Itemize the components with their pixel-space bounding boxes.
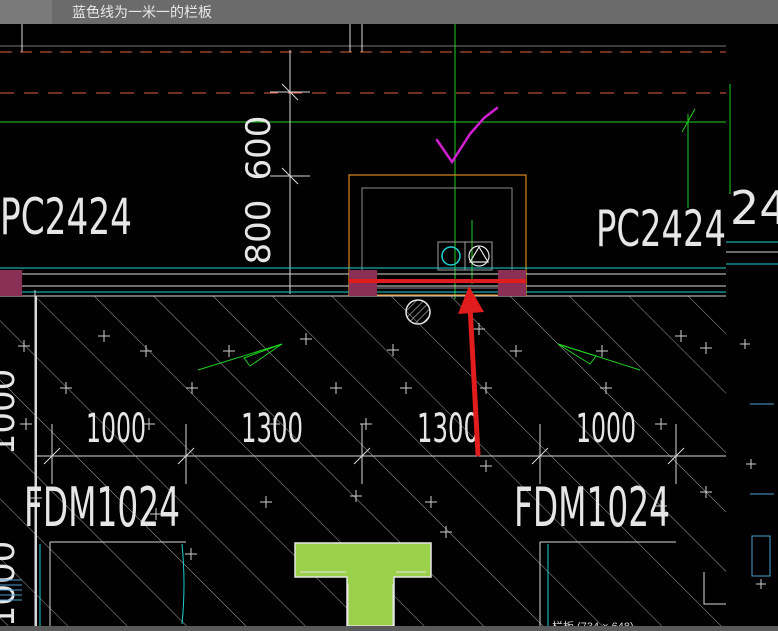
window-label-right: PC2424	[596, 200, 726, 258]
dim-800-label: 800	[239, 200, 279, 265]
dim-left-edge-label-2: 1000	[0, 541, 23, 626]
dim-label-4: 1000	[576, 406, 636, 452]
circle-symbol-icon	[441, 246, 461, 266]
door-label-right: FDM1024	[514, 476, 670, 539]
dim-label-3: 1300	[417, 406, 479, 452]
hatch-circle-icon	[405, 299, 431, 325]
window-label-far-right: 24	[730, 181, 778, 235]
dim-label-2: 1300	[241, 406, 303, 452]
drawing-edge-strip: 24	[726, 24, 778, 626]
cad-canvas[interactable]: 600 800 PC2424 PC2424 1000 1300 1300 100…	[0, 24, 726, 626]
window-title: 蓝色线为一米一的栏板	[72, 5, 212, 21]
cad-drawing: 600 800 PC2424 PC2424 1000 1300 1300 100…	[0, 24, 726, 626]
image-caption: 栏板 (734 × 648)	[552, 618, 634, 626]
title-bar: 蓝色线为一米一的栏板	[0, 0, 778, 24]
checkmark-annotation-icon	[435, 106, 499, 165]
window-label-left: PC2424	[0, 188, 132, 246]
railing-highlight	[349, 279, 526, 283]
dim-left-edge-label: 1000	[0, 369, 23, 456]
column-left	[0, 270, 22, 296]
door-label-left: FDM1024	[24, 476, 180, 539]
dim-label-1: 1000	[86, 406, 146, 452]
title-bar-left-patch	[0, 0, 52, 24]
dim-600-label: 600	[239, 116, 279, 181]
